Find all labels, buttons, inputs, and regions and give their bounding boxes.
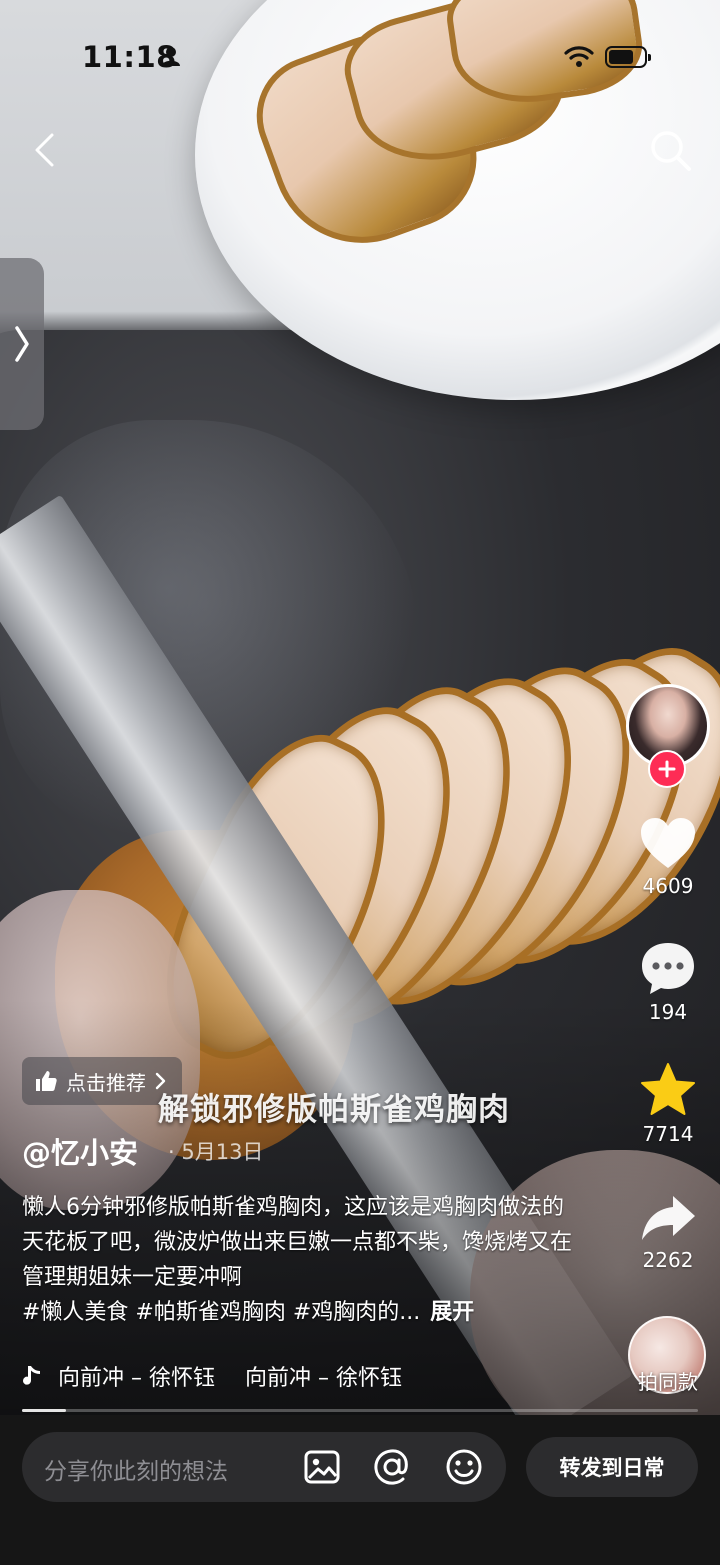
caption-hashtags[interactable]: #懒人美食 #帕斯雀鸡胸肉 #鸡胸肉的...	[22, 1300, 420, 1325]
video-caption[interactable]: 懒人6分钟邪修版帕斯雀鸡胸肉，这应该是鸡胸肉做法的天花板了吧，微波炉做出来巨嫩一…	[22, 1190, 582, 1330]
image-icon[interactable]	[302, 1447, 342, 1487]
plus-icon	[658, 760, 676, 778]
heart-icon	[641, 818, 695, 868]
recommend-label: 点击推荐	[66, 1070, 146, 1095]
video-progress-bar[interactable]	[22, 1409, 698, 1412]
side-drawer-toggle[interactable]	[0, 258, 44, 430]
share-to-daily-button[interactable]: 转发到日常	[526, 1437, 698, 1497]
comment-button[interactable]: 194	[626, 940, 710, 1024]
search-icon[interactable]	[648, 128, 692, 172]
follow-button[interactable]	[648, 750, 686, 788]
music-track: 向前冲 – 徐怀钰	[245, 1366, 402, 1391]
battery-icon	[605, 46, 651, 68]
smile-icon[interactable]	[444, 1447, 484, 1487]
chevron-left-icon	[35, 133, 54, 167]
like-button[interactable]: 4609	[626, 816, 710, 898]
caption-text: 懒人6分钟邪修版帕斯雀鸡胸肉，这应该是鸡胸肉做法的天花板了吧，微波炉做出来巨嫩一…	[22, 1195, 573, 1290]
author-name[interactable]: @忆小安	[22, 1130, 138, 1172]
star-icon	[641, 1063, 695, 1115]
share-arrow-icon	[642, 1196, 695, 1240]
favorite-button[interactable]: 7714	[626, 1062, 710, 1146]
wifi-icon	[564, 46, 594, 67]
expand-caption-button[interactable]: 展开	[430, 1300, 474, 1325]
post-date: · 5月13日	[168, 1140, 264, 1164]
at-icon[interactable]	[372, 1447, 412, 1487]
chevron-right-icon	[15, 326, 29, 362]
person-icon	[162, 47, 180, 66]
music-track: 向前冲 – 徐怀钰	[58, 1366, 215, 1391]
music-note-icon	[23, 1366, 40, 1385]
comment-count: 194	[648, 1000, 688, 1024]
back-button[interactable]	[24, 128, 64, 172]
share-count: 2262	[642, 1248, 694, 1272]
video-progress-fill	[22, 1409, 66, 1412]
share-button[interactable]: 2262	[626, 1192, 710, 1272]
record-same-label: 拍同款	[638, 1370, 698, 1394]
music-marquee[interactable]: 向前冲 – 徐怀钰 向前冲 – 徐怀钰	[22, 1358, 442, 1394]
favorite-count: 7714	[642, 1122, 694, 1146]
video-title-overlay: 解锁邪修版帕斯雀鸡胸肉	[158, 1092, 510, 1128]
comment-placeholder: 分享你此刻的想法	[44, 1459, 228, 1485]
like-count: 4609	[642, 874, 694, 898]
speech-bubble-icon	[642, 943, 694, 994]
thumbs-up-icon	[36, 1071, 57, 1091]
